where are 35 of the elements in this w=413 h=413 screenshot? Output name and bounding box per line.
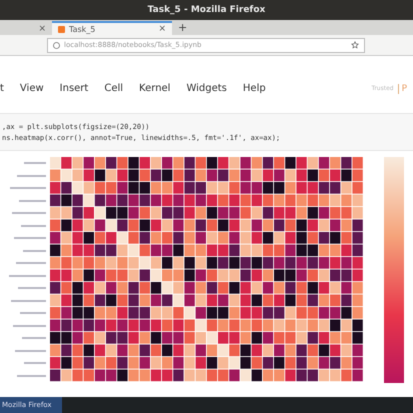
window-title: Task_5 - Mozilla Firefox [0, 0, 413, 20]
browser-tab[interactable]: Task_5 × [52, 21, 172, 35]
menu-item[interactable]: Help [242, 83, 266, 94]
menu-item[interactable]: Widgets [186, 83, 227, 94]
blurred-row-label [16, 262, 46, 264]
blurred-row-label [14, 237, 46, 240]
blurred-row-label [18, 287, 46, 290]
blurred-row-label [24, 362, 46, 364]
kernel-indicator: P [398, 84, 407, 94]
blurred-row-label [24, 162, 46, 164]
blurred-row-label [19, 200, 46, 202]
close-icon[interactable]: × [38, 24, 46, 34]
blurred-row-label [12, 212, 46, 214]
menu-item[interactable]: View [20, 83, 44, 94]
star-icon[interactable] [351, 41, 359, 49]
blurred-row-label [11, 300, 46, 302]
blurred-row-label [13, 324, 46, 327]
blurred-row-label [9, 274, 46, 277]
close-icon[interactable]: × [158, 24, 166, 34]
blurred-row-label [10, 187, 46, 190]
menu-item[interactable]: t [0, 83, 4, 94]
blurred-row-label [20, 312, 46, 314]
blurred-row-label [17, 374, 46, 377]
info-icon [53, 42, 60, 48]
blurred-row-label [17, 174, 46, 177]
blurred-row-label [21, 224, 46, 227]
menu-item[interactable]: Kernel [139, 83, 170, 94]
blurred-row-label [22, 337, 46, 340]
menu-item[interactable]: Cell [104, 83, 124, 94]
blurred-row-label [15, 350, 46, 352]
new-tab-button[interactable]: + [178, 21, 188, 34]
notebook-icon [58, 26, 65, 32]
menu-item[interactable]: Insert [60, 83, 88, 94]
blurred-row-label [23, 250, 46, 252]
browser-tab[interactable]: × [0, 21, 52, 35]
